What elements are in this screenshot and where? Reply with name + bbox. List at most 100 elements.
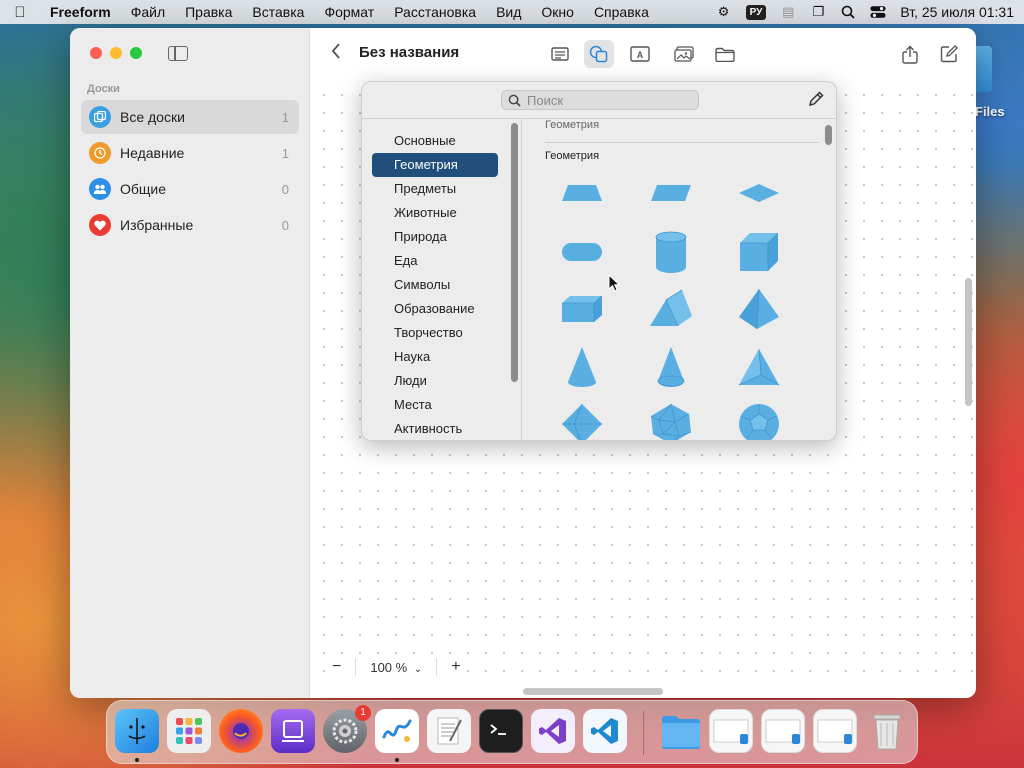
- shapes-library-popover: Основные Геометрия Предметы Животные При…: [361, 81, 837, 441]
- shape-cone-tall[interactable]: [644, 342, 698, 392]
- sidebar-toggle-icon[interactable]: [168, 46, 188, 61]
- vertical-scrollbar[interactable]: [965, 278, 972, 406]
- menu-window[interactable]: Окно: [531, 4, 584, 20]
- gear-status-icon[interactable]: ⚙: [716, 4, 732, 19]
- dock-launchpad-icon[interactable]: [167, 709, 211, 753]
- spotlight-search-icon[interactable]: [840, 5, 856, 19]
- category-scrollbar[interactable]: [511, 123, 518, 382]
- menu-format[interactable]: Формат: [314, 4, 384, 20]
- category-people[interactable]: Люди: [372, 369, 498, 393]
- pen-draw-icon[interactable]: [808, 91, 826, 109]
- input-language-badge[interactable]: РУ: [745, 4, 767, 20]
- stage-manager-icon[interactable]: ▤: [780, 4, 796, 19]
- back-chevron-icon[interactable]: [331, 42, 341, 65]
- close-window-button[interactable]: [90, 47, 102, 59]
- menu-edit[interactable]: Правка: [175, 4, 242, 20]
- category-geometry[interactable]: Геометрия: [372, 153, 498, 177]
- shape-search-input[interactable]: [527, 92, 687, 108]
- shape-icosahedron[interactable]: [644, 399, 698, 440]
- menu-clock[interactable]: Вт, 25 июля 01:31: [900, 4, 1014, 20]
- sidebar-item-recent[interactable]: Недавние 1: [81, 136, 299, 170]
- menu-app-name[interactable]: Freeform: [40, 4, 121, 20]
- zoom-window-button[interactable]: [130, 47, 142, 59]
- share-icon[interactable]: [895, 40, 925, 68]
- dock-window-thumbnail-3[interactable]: [813, 709, 857, 753]
- dock-app-purple-icon[interactable]: [271, 709, 315, 753]
- sidebar: Доски Все доски 1 Недавние 1 Общие 0 Изб…: [70, 28, 310, 698]
- text-box-icon[interactable]: A: [625, 40, 655, 68]
- category-arts[interactable]: Творчество: [372, 321, 498, 345]
- chevron-down-icon: ⌄: [413, 663, 423, 675]
- shape-stadium[interactable]: [555, 227, 609, 277]
- shape-trapezoid[interactable]: [555, 168, 609, 218]
- sidebar-item-all-boards[interactable]: Все доски 1: [81, 100, 299, 134]
- sidebar-item-label: Избранные: [120, 217, 194, 233]
- dock-finder-icon[interactable]: [115, 709, 159, 753]
- horizontal-scrollbar[interactable]: [523, 688, 663, 695]
- shape-pyramid[interactable]: [732, 284, 786, 334]
- dock-visual-studio-icon[interactable]: [531, 709, 575, 753]
- shape-search-field[interactable]: [501, 90, 699, 110]
- shape-grid-scrollbar[interactable]: [825, 125, 832, 145]
- media-icon[interactable]: [669, 40, 699, 68]
- apple-menu-icon[interactable]: : [0, 4, 40, 21]
- dock-textedit-icon[interactable]: [427, 709, 471, 753]
- category-science[interactable]: Наука: [372, 345, 498, 369]
- zoom-divider: [355, 658, 357, 676]
- zoom-in-button[interactable]: +: [451, 658, 460, 676]
- dock-vscode-icon[interactable]: [583, 709, 627, 753]
- minimize-window-button[interactable]: [110, 47, 122, 59]
- dock-freeform-icon[interactable]: [375, 709, 419, 753]
- dock-running-indicator: [135, 758, 139, 762]
- dock-firefox-icon[interactable]: [219, 709, 263, 753]
- shape-octahedron[interactable]: [555, 399, 609, 440]
- category-basic[interactable]: Основные: [372, 129, 498, 153]
- shape-dodecahedron[interactable]: [732, 399, 786, 440]
- category-places[interactable]: Места: [372, 393, 498, 417]
- zoom-out-button[interactable]: −: [332, 658, 341, 676]
- dock-terminal-icon[interactable]: [479, 709, 523, 753]
- dock-running-indicator: [395, 758, 399, 762]
- sticky-note-icon[interactable]: [545, 40, 575, 68]
- menu-view[interactable]: Вид: [486, 4, 531, 20]
- desktop-files-label[interactable]: Files: [975, 104, 1005, 119]
- sidebar-item-shared[interactable]: Общие 0: [81, 172, 299, 206]
- dock-window-thumbnail-2[interactable]: [761, 709, 805, 753]
- dock: 1: [106, 700, 918, 764]
- sidebar-section-title: Доски: [87, 83, 120, 95]
- category-nature[interactable]: Природа: [372, 225, 498, 249]
- shapes-icon[interactable]: [584, 40, 614, 68]
- category-food[interactable]: Еда: [372, 249, 498, 273]
- shape-tetrahedron[interactable]: [732, 342, 786, 392]
- category-objects[interactable]: Предметы: [372, 177, 498, 201]
- zoom-control: − 100 % ⌄ +: [328, 656, 465, 678]
- shape-cube[interactable]: [732, 227, 786, 277]
- menu-insert[interactable]: Вставка: [242, 4, 314, 20]
- section-header: Геометрия: [545, 150, 600, 162]
- new-board-icon[interactable]: [934, 40, 964, 68]
- menu-file[interactable]: Файл: [121, 4, 175, 20]
- category-animals[interactable]: Животные: [372, 201, 498, 225]
- dock-trash-icon[interactable]: [865, 709, 909, 753]
- shape-rhombus[interactable]: [732, 168, 786, 218]
- dock-window-thumbnail-1[interactable]: [709, 709, 753, 753]
- shape-cone[interactable]: [555, 342, 609, 392]
- shape-triangular-prism[interactable]: [644, 284, 698, 334]
- dock-system-settings-icon[interactable]: 1: [323, 705, 371, 753]
- zoom-level-select[interactable]: 100 % ⌄: [370, 660, 422, 675]
- shape-cylinder[interactable]: [644, 227, 698, 277]
- window-controls: [90, 47, 142, 59]
- category-education[interactable]: Образование: [372, 297, 498, 321]
- menu-arrange[interactable]: Расстановка: [384, 4, 486, 20]
- category-activity[interactable]: Активность: [372, 417, 498, 440]
- notification-badge: 1: [355, 705, 371, 721]
- screen-mirroring-icon[interactable]: ❐: [810, 4, 826, 19]
- control-center-icon[interactable]: [870, 5, 886, 19]
- category-symbols[interactable]: Символы: [372, 273, 498, 297]
- shape-cuboid[interactable]: [555, 284, 609, 334]
- folder-icon[interactable]: [710, 40, 740, 68]
- menu-help[interactable]: Справка: [584, 4, 659, 20]
- sidebar-item-favorites[interactable]: Избранные 0: [81, 208, 299, 242]
- shape-parallelogram[interactable]: [644, 168, 698, 218]
- dock-downloads-folder-icon[interactable]: [659, 709, 703, 753]
